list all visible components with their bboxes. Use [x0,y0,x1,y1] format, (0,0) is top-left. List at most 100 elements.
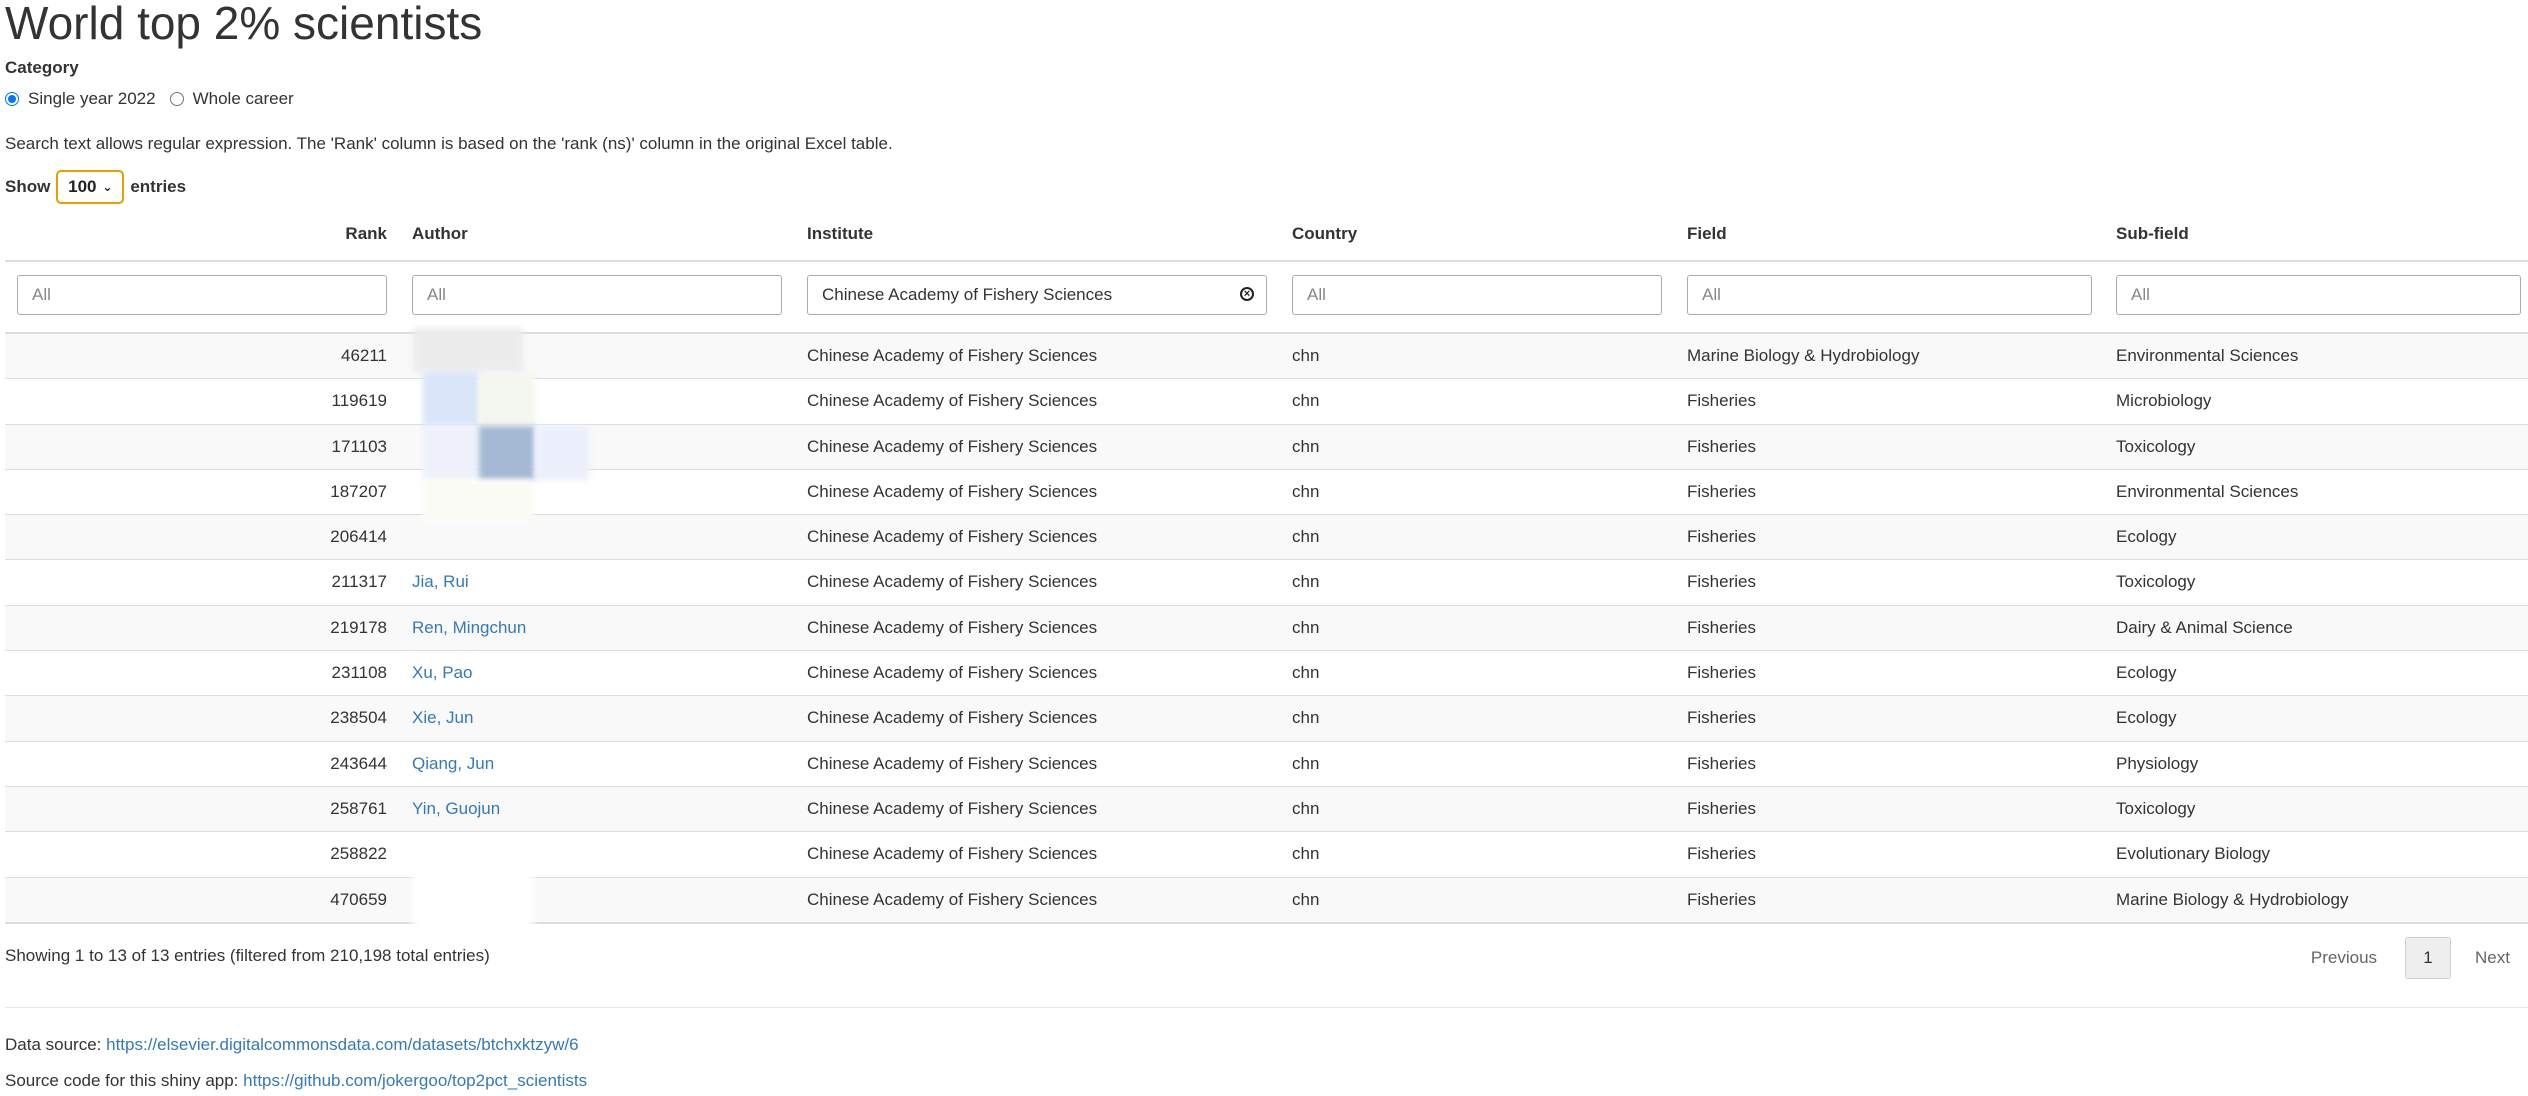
redacted-authors-overlay-bottom [413,840,533,932]
col-header-author[interactable]: Author [412,224,468,244]
cell-institute: Chinese Academy of Fishery Sciences [807,617,1098,637]
cell-field: Fisheries [1687,436,1756,456]
show-label: Show [5,177,51,196]
table-row: 258761 Yin, Guojun Chinese Academy of Fish… [5,785,2528,832]
cell-author-link[interactable]: Jia, Rui [412,572,469,592]
table-bottom-border [5,921,2528,924]
cell-country: chn [1292,527,1320,547]
filter-author-input[interactable]: All [412,275,782,315]
cell-field: Fisheries [1687,617,1756,637]
table-row: 258822 Chinese Academy of Fishery Science… [5,831,2528,876]
cell-field: Fisheries [1687,708,1756,728]
cell-institute: Chinese Academy of Fishery Sciences [807,481,1098,501]
data-source-line: Data source: https://elsevier.digitalcom… [5,1035,579,1055]
table-row: 211317 Jia, Rui Chinese Academy of Fishery… [5,559,2528,604]
radio-single-year[interactable]: Single year 2022 [5,89,156,109]
footer-divider [5,1007,2528,1008]
entries-label: entries [130,177,187,196]
filter-institute-input[interactable]: Chinese Academy of Fishery Sciences × [807,275,1267,315]
cell-institute: Chinese Academy of Fishery Sciences [807,346,1098,365]
chevron-down-icon: ⌄ [102,180,113,194]
col-header-institute[interactable]: Institute [807,224,873,244]
clear-filter-icon[interactable]: × [1240,287,1254,301]
cell-subfield: Microbiology [2116,391,2212,411]
data-table: Rank Author Institute Country Field Sub-… [5,210,2528,924]
cell-institute: Chinese Academy of Fishery Sciences [807,436,1098,456]
pagination: Previous 1 Next [2311,937,2528,979]
previous-page-button[interactable]: Previous [2311,948,2377,968]
radio-checked-icon[interactable] [5,92,19,106]
cell-institute: Chinese Academy of Fishery Sciences [807,798,1098,818]
cell-author-link[interactable]: Xu, Pao [412,663,473,683]
table-row: 171103 Chinese Academy of Fishery Science… [5,423,2528,469]
cell-subfield: Dairy & Animal Science [2116,617,2293,637]
cell-subfield: Environmental Sciences [2116,346,2299,365]
cell-author-link[interactable]: Qiang, Jun [412,754,494,774]
filter-field-input[interactable]: All [1687,275,2092,315]
category-radio-group: Single year 2022 Whole career [5,89,308,109]
cell-country: chn [1292,481,1320,501]
source-code-line: Source code for this shiny app: https://… [5,1071,587,1091]
cell-institute: Chinese Academy of Fishery Sciences [807,663,1098,683]
cell-country: chn [1292,889,1320,909]
col-header-field[interactable]: Field [1687,224,1727,244]
page-1-button[interactable]: 1 [2405,937,2452,979]
data-source-link[interactable]: https://elsevier.digitalcommonsdata.com/… [106,1035,578,1054]
table-body: 46211 Chinese Academy of Fishery Sciences… [5,333,2528,922]
cell-field: Fisheries [1687,572,1756,592]
cell-author-link[interactable]: Ren, Mingchun [412,618,526,638]
cell-author-link[interactable]: Yin, Guojun [412,799,500,819]
cell-country: chn [1292,572,1320,592]
cell-country: chn [1292,617,1320,637]
cell-country: chn [1292,346,1320,365]
table-row: 219178 Ren, Mingchun Chinese Academy of Fi… [5,604,2528,651]
cell-institute: Chinese Academy of Fishery Sciences [807,753,1098,773]
cell-field: Fisheries [1687,481,1756,501]
cell-subfield: Evolutionary Biology [2116,844,2271,864]
table-row: 470659 Chinese Academy of Fishery Science… [5,876,2528,922]
next-page-button[interactable]: Next [2475,948,2510,968]
col-header-rank[interactable]: Rank [345,224,387,244]
radio-whole-career[interactable]: Whole career [169,89,294,109]
cell-institute: Chinese Academy of Fishery Sciences [807,572,1098,592]
table-header: Rank Author Institute Country Field Sub-… [5,210,2528,262]
entries-select-value: 100 [68,177,97,196]
data-source-label: Data source: [5,1035,102,1054]
cell-field: Fisheries [1687,798,1756,818]
cell-rank: 258822 [330,844,387,864]
radio-unchecked-icon[interactable] [169,92,184,106]
cell-author-link[interactable]: Xie, Jun [412,708,473,728]
cell-country: chn [1292,391,1320,411]
filter-country-input[interactable]: All [1292,275,1662,315]
cell-rank: 171103 [331,436,387,456]
table-row: 187207 Chinese Academy of Fishery Science… [5,468,2528,514]
cell-country: chn [1292,663,1320,683]
cell-country: chn [1292,844,1320,864]
page-title: World top 2% scientists [5,0,483,49]
radio-whole-career-label: Whole career [192,89,294,108]
col-header-country[interactable]: Country [1292,224,1357,244]
cell-subfield: Toxicology [2116,436,2196,456]
cell-institute: Chinese Academy of Fishery Sciences [807,527,1098,547]
cell-field: Fisheries [1687,663,1756,683]
cell-rank: 238504 [330,708,387,728]
redacted-authors-overlay [413,328,589,524]
table-row: 119619 Chinese Academy of Fishery Science… [5,378,2528,423]
length-menu: Show 100 ⌄ entries [5,170,186,204]
filter-rank-input[interactable]: All [17,275,387,315]
filter-row: All All Chinese Academy of Fishery Scien… [5,262,2528,333]
filter-subfield-input[interactable]: All [2116,275,2521,315]
cell-subfield: Toxicology [2116,798,2196,818]
cell-subfield: Environmental Sciences [2116,481,2299,501]
cell-rank: 243644 [330,753,387,773]
cell-rank: 206414 [330,527,387,547]
cell-institute: Chinese Academy of Fishery Sciences [807,708,1098,728]
cell-rank: 187207 [330,481,387,501]
search-help-text: Search text allows regular expression. T… [5,134,893,153]
source-code-link[interactable]: https://github.com/jokergoo/top2pct_scie… [243,1071,587,1090]
col-header-subfield[interactable]: Sub-field [2116,224,2189,244]
cell-field: Fisheries [1687,889,1756,909]
table-info: Showing 1 to 13 of 13 entries (filtered … [5,946,490,965]
cell-rank: 219178 [330,617,387,637]
entries-select[interactable]: 100 ⌄ [56,170,125,204]
